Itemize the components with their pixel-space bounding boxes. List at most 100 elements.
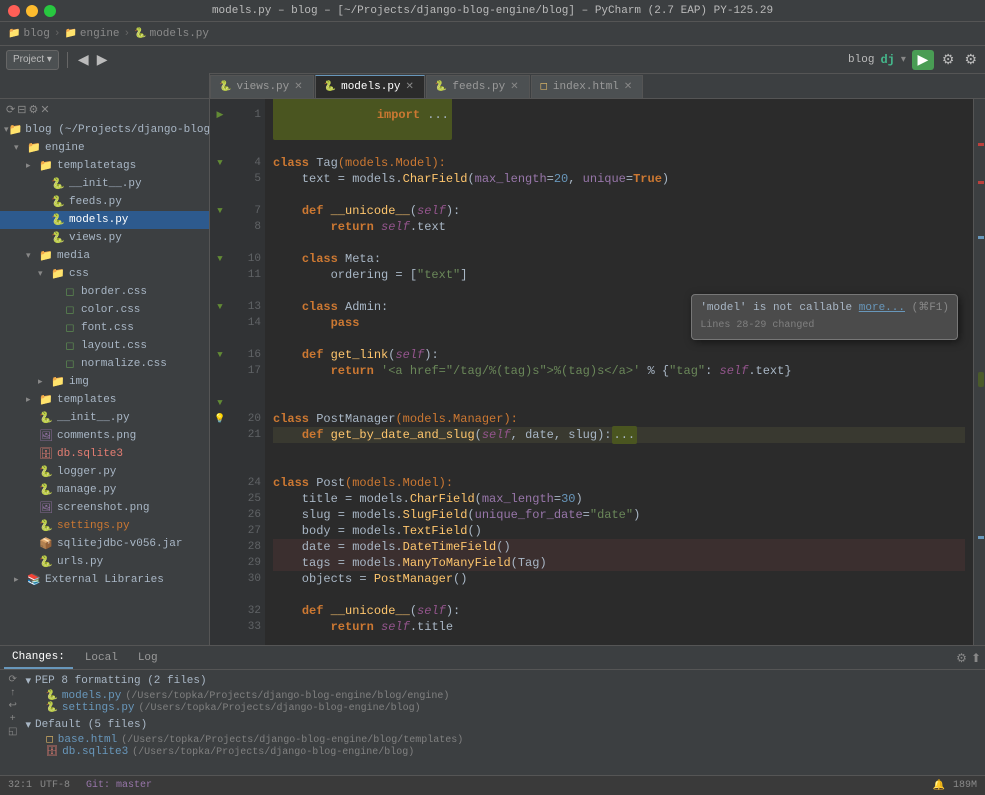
tab-feeds-py[interactable]: 🐍 feeds.py ✕ bbox=[426, 75, 530, 98]
breadcrumb-models-py[interactable]: 🐍 models.py bbox=[134, 28, 209, 40]
sidebar-item-border-css[interactable]: ◻ border.css bbox=[0, 283, 209, 301]
fold-indicator[interactable]: ▼ bbox=[217, 155, 222, 171]
code-line-32: def __unicode__(self): bbox=[273, 603, 965, 619]
sidebar-item-img[interactable]: ▸ 📁 img bbox=[0, 373, 209, 391]
sidebar-item-logger-py[interactable]: 🐍 logger.py bbox=[0, 463, 209, 481]
fold-indicator[interactable]: ▼ bbox=[217, 251, 222, 267]
maximize-button[interactable] bbox=[44, 5, 56, 17]
line-col-indicator[interactable]: 32:1 bbox=[8, 780, 32, 791]
sidebar-item-settings-py[interactable]: 🐍 settings.py bbox=[0, 517, 209, 535]
change-group-default-header[interactable]: ▾ Default (5 files) bbox=[25, 718, 977, 732]
sidebar-item-layout-css[interactable]: ◻ layout.css bbox=[0, 337, 209, 355]
sidebar-item-feeds-py[interactable]: 🐍 feeds.py bbox=[0, 193, 209, 211]
sidebar-collapse-btn[interactable]: ⊟ bbox=[17, 103, 26, 117]
folder-icon: 📁 bbox=[8, 28, 20, 40]
sidebar-sync-btn[interactable]: ⟳ bbox=[6, 103, 15, 117]
sidebar-close-btn[interactable]: ✕ bbox=[40, 103, 49, 117]
change-file-db-sqlite3[interactable]: 🗄 db.sqlite3 (/Users/topka/Projects/djan… bbox=[25, 746, 977, 758]
sidebar-item-font-css[interactable]: ◻ font.css bbox=[0, 319, 209, 337]
close-button[interactable] bbox=[8, 5, 20, 17]
change-marker bbox=[978, 236, 984, 239]
breadcrumb-engine[interactable]: 📁 engine bbox=[64, 28, 119, 40]
sidebar-item-templatetags[interactable]: ▸ 📁 templatetags bbox=[0, 157, 209, 175]
breadcrumb-blog[interactable]: 📁 blog bbox=[8, 28, 50, 40]
sidebar-gear-btn[interactable]: ⚙ bbox=[28, 103, 38, 117]
run-button[interactable]: ▶ bbox=[912, 50, 934, 70]
change-group-pep8-header[interactable]: ▾ PEP 8 formatting (2 files) bbox=[25, 674, 977, 688]
database-icon: 🗄 bbox=[38, 447, 54, 461]
scroll-thumb[interactable] bbox=[978, 372, 984, 387]
sidebar-item-comments-png[interactable]: 🖼 comments.png bbox=[0, 427, 209, 445]
sidebar-item-db-sqlite3[interactable]: 🗄 db.sqlite3 bbox=[0, 445, 209, 463]
sidebar-item-sqlitejdbc[interactable]: 📦 sqlitejdbc-v056.jar bbox=[0, 535, 209, 553]
vcs-commit-btn[interactable]: ↑ bbox=[10, 687, 15, 698]
project-btn[interactable]: Project ▾ bbox=[6, 50, 59, 70]
local-tab[interactable]: Local bbox=[77, 646, 126, 669]
editor-tabs: 🐍 views.py ✕ 🐍 models.py ✕ 🐍 feeds.py ✕ … bbox=[0, 74, 985, 99]
fold-indicator[interactable]: ▶ bbox=[217, 107, 224, 123]
sidebar-item-models-py[interactable]: 🐍 models.py bbox=[0, 211, 209, 229]
run-config-arrow[interactable]: ▾ bbox=[901, 54, 906, 66]
change-file-models-py[interactable]: 🐍 models.py (/Users/topka/Projects/djang… bbox=[25, 690, 977, 702]
tab-close-index[interactable]: ✕ bbox=[624, 81, 632, 93]
sidebar-item-init-py-2[interactable]: 🐍 __init__.py bbox=[0, 409, 209, 427]
vcs-expand-btn[interactable]: + bbox=[10, 713, 16, 724]
vcs-refresh-btn[interactable]: ⟳ bbox=[9, 674, 17, 685]
sidebar-item-views-py[interactable]: 🐍 views.py bbox=[0, 229, 209, 247]
database-icon: 🗄 bbox=[45, 746, 58, 758]
error-marker bbox=[978, 143, 984, 146]
settings-button[interactable]: ⚙ bbox=[962, 51, 979, 68]
debug-button[interactable]: ⚙ bbox=[940, 51, 957, 68]
sidebar-item-css[interactable]: ▾ 📁 css bbox=[0, 265, 209, 283]
sidebar-item-manage-py[interactable]: 🐍 manage.py bbox=[0, 481, 209, 499]
sidebar-item-engine[interactable]: ▾ 📁 engine bbox=[0, 139, 209, 157]
tooltip-more-link[interactable]: more... bbox=[859, 302, 905, 314]
navigate-back-btn[interactable]: ◀ bbox=[76, 51, 91, 68]
python-icon: 🐍 bbox=[45, 702, 57, 714]
navigate-forward-btn[interactable]: ▶ bbox=[95, 51, 110, 68]
sidebar-item-media[interactable]: ▾ 📁 media bbox=[0, 247, 209, 265]
tab-close-models[interactable]: ✕ bbox=[406, 81, 414, 93]
tab-views-py[interactable]: 🐍 views.py ✕ bbox=[210, 75, 314, 98]
chevron-down-icon: ▾ bbox=[25, 674, 31, 688]
sidebar-item-templates[interactable]: ▸ 📁 templates bbox=[0, 391, 209, 409]
code-line-19 bbox=[273, 395, 965, 411]
minimize-button[interactable] bbox=[26, 5, 38, 17]
tab-close-views[interactable]: ✕ bbox=[294, 81, 302, 93]
fold-indicator[interactable]: ▼ bbox=[217, 299, 222, 315]
tab-close-feeds[interactable]: ✕ bbox=[510, 81, 518, 93]
code-line-18 bbox=[273, 379, 965, 395]
editor-scrollbar[interactable] bbox=[973, 99, 985, 645]
code-line-23 bbox=[273, 459, 965, 475]
sidebar-item-external-libraries[interactable]: ▸ 📚 External Libraries bbox=[0, 571, 209, 589]
fold-indicator[interactable]: ▼ bbox=[217, 395, 222, 411]
bulb-icon[interactable]: 💡 bbox=[214, 411, 225, 427]
git-branch-indicator[interactable]: Git: master bbox=[86, 780, 152, 791]
tab-index-html[interactable]: ◻ index.html ✕ bbox=[531, 75, 644, 98]
sidebar-item-init-py-1[interactable]: 🐍 __init__.py bbox=[0, 175, 209, 193]
sidebar-item-screenshot-png[interactable]: 🖼 screenshot.png bbox=[0, 499, 209, 517]
vcs-revert-btn[interactable]: ↩ bbox=[9, 700, 17, 711]
changes-tab[interactable]: Changes: bbox=[4, 646, 73, 669]
change-file-settings-py[interactable]: 🐍 settings.py (/Users/topka/Projects/dja… bbox=[25, 702, 977, 714]
log-tab[interactable]: Log bbox=[130, 646, 166, 669]
sidebar-item-color-css[interactable]: ◻ color.css bbox=[0, 301, 209, 319]
sidebar-item-normalize-css[interactable]: ◻ normalize.css bbox=[0, 355, 209, 373]
change-file-base-html[interactable]: ◻ base.html (/Users/topka/Projects/djang… bbox=[25, 734, 977, 746]
css-icon: ◻ bbox=[62, 303, 78, 317]
bottom-settings-btn[interactable]: ⚙ bbox=[956, 651, 967, 665]
folder-icon: 📁 bbox=[9, 123, 23, 137]
code-content[interactable]: import ... class Tag(models.Model): text… bbox=[265, 99, 973, 645]
vcs-diff-btn[interactable]: ◱ bbox=[8, 726, 17, 737]
changes-list: ▾ PEP 8 formatting (2 files) 🐍 models.py… bbox=[25, 674, 977, 762]
sidebar-item-urls-py[interactable]: 🐍 urls.py bbox=[0, 553, 209, 571]
encoding-indicator[interactable]: UTF-8 bbox=[40, 780, 70, 791]
python-icon: 🐍 bbox=[219, 81, 231, 93]
fold-indicator[interactable]: ▼ bbox=[217, 347, 222, 363]
fold-indicator[interactable]: ▼ bbox=[217, 203, 222, 219]
tooltip-changes: Lines 28-29 changed bbox=[700, 318, 949, 334]
tab-models-py[interactable]: 🐍 models.py ✕ bbox=[315, 75, 425, 98]
code-line-7: def __unicode__(self): bbox=[273, 203, 965, 219]
sidebar-item-blog-root[interactable]: ▾ 📁 blog (~/Projects/django-blog bbox=[0, 121, 209, 139]
bottom-expand-btn[interactable]: ⬆ bbox=[971, 651, 981, 665]
